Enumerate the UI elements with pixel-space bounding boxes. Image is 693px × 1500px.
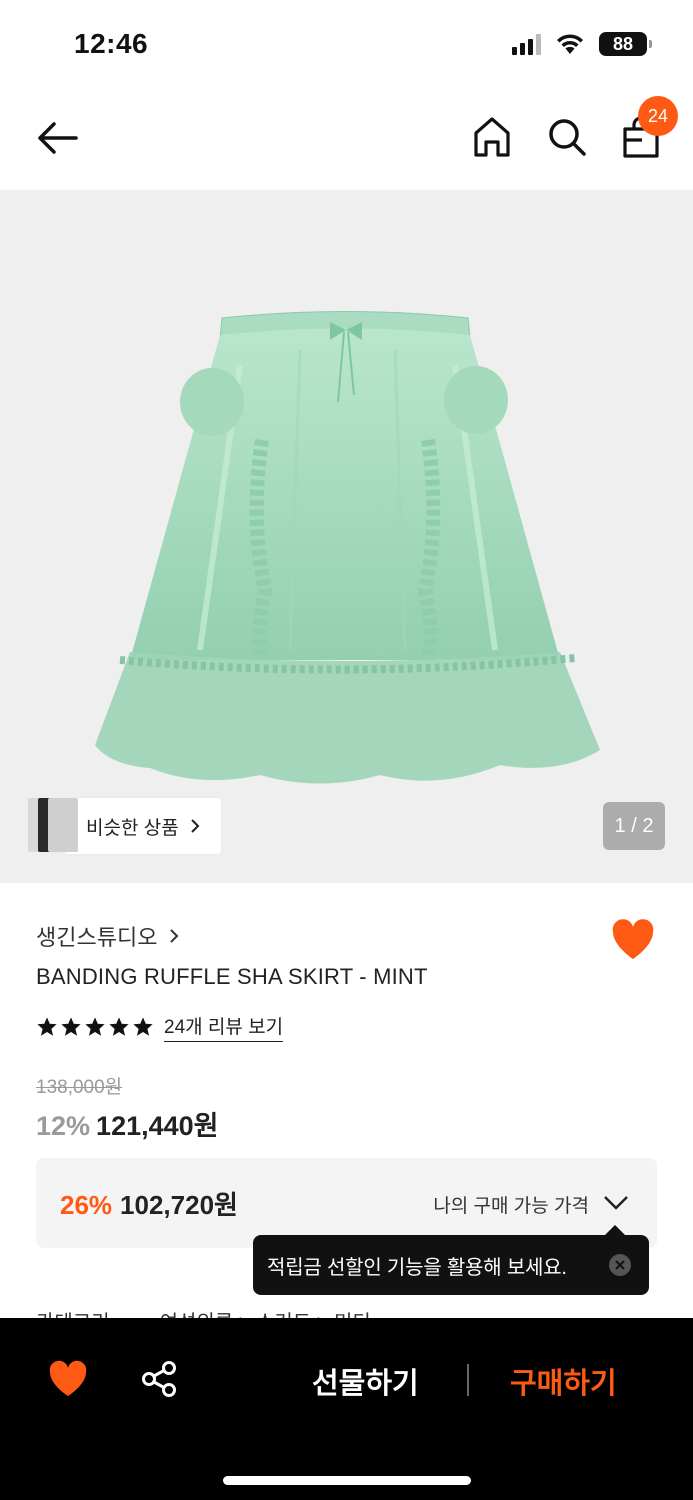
cart-count-badge: 24 [638,96,678,136]
battery-icon: 88 [599,32,652,56]
divider [467,1364,469,1396]
similar-products-label: 비슷한 상품 [86,817,179,839]
points-tooltip: 적립금 선할인 기능을 활용해 보세요. [253,1225,649,1295]
cellular-signal-icon [512,33,541,55]
discount-rate: 12% [36,1111,91,1141]
status-bar: 12:46 88 [0,0,693,90]
buy-button[interactable]: 구매하기 [510,1360,617,1402]
close-icon[interactable] [609,1254,631,1276]
home-icon[interactable] [472,115,512,159]
brand-link[interactable]: 생긴스튜디오 [36,920,179,952]
star-icon [109,1017,129,1036]
brand-name: 생긴스튜디오 [36,925,158,950]
product-photo [95,311,600,784]
wifi-icon [557,34,583,54]
gift-button[interactable]: 선물하기 [312,1360,419,1402]
my-price: 102,720원 [120,1190,238,1220]
similar-products-button[interactable]: 비슷한 상품 [28,798,221,854]
review-link[interactable]: 24개 리뷰 보기 [164,1012,284,1042]
product-title: BANDING RUFFLE SHA SKIRT - MINT [36,964,428,989]
my-price-label: 나의 구매 가능 가격 [433,1196,589,1217]
star-icon [37,1017,57,1036]
chevron-right-icon [170,929,179,943]
image-page-indicator: 1 / 2 [603,802,665,850]
wishlist-heart-icon[interactable] [610,918,656,962]
original-price: 138,000원 [36,1077,123,1098]
bottom-action-bar: 선물하기 구매하기 [0,1318,693,1500]
sale-price: 121,440원 [96,1111,219,1141]
share-icon[interactable] [140,1360,178,1398]
my-discount-rate: 26% [60,1190,113,1220]
back-arrow-icon[interactable] [34,118,80,158]
rating-row: 24개 리뷰 보기 [36,1012,284,1042]
similar-thumbnails [28,798,78,854]
status-time: 12:46 [74,28,149,59]
search-icon[interactable] [546,116,588,158]
home-indicator[interactable] [223,1476,471,1485]
tooltip-text: 적립금 선할인 기능을 활용해 보세요. [267,1256,567,1279]
rating-stars [36,1016,154,1038]
status-icons: 88 [512,32,652,56]
chevron-down-icon[interactable] [603,1192,629,1212]
chevron-right-icon [190,819,200,833]
sale-price-row: 12% 121,440원 [36,1104,219,1143]
star-icon [61,1017,81,1036]
star-icon [133,1017,153,1036]
top-nav [0,90,693,190]
product-image-carousel[interactable]: 비슷한 상품 1 / 2 [0,190,693,883]
star-icon [85,1017,105,1036]
wishlist-heart-icon[interactable] [48,1360,88,1398]
